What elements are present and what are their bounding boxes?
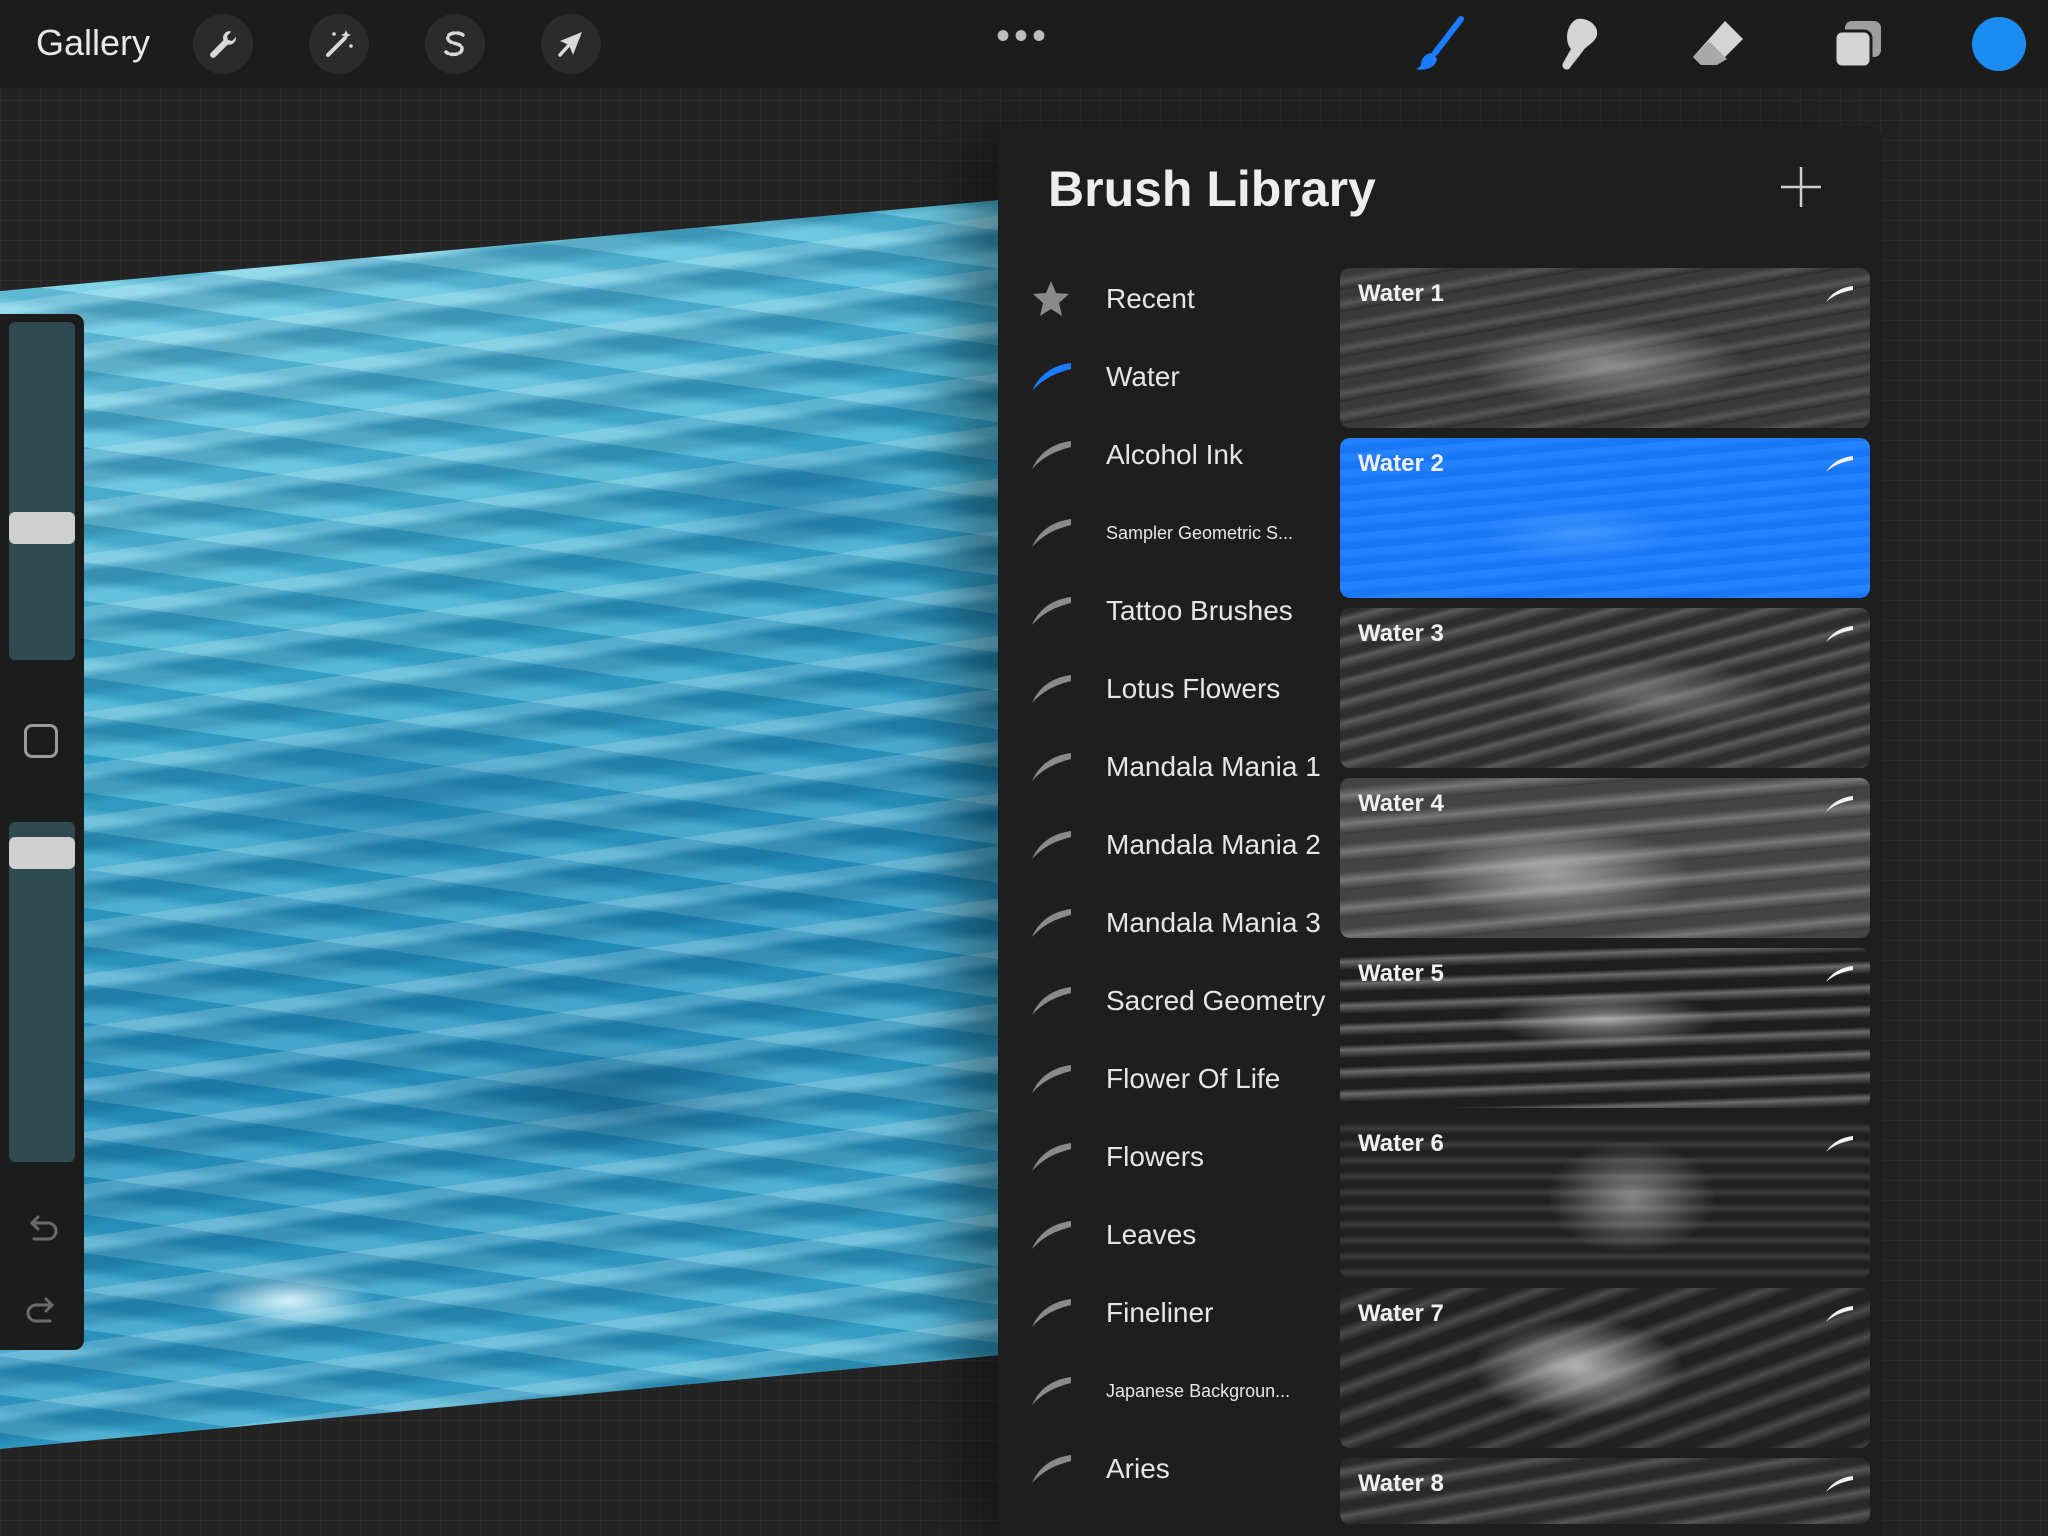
brush-stroke-icon: [1028, 1137, 1074, 1177]
brush-set-label: Fineliner: [1106, 1297, 1214, 1328]
brush-card[interactable]: Water 7: [1340, 1288, 1870, 1448]
brush-card[interactable]: Water 4: [1340, 778, 1870, 938]
brush-set-label: Flowers: [1106, 1141, 1205, 1172]
brush-set-item[interactable]: Flowers: [1028, 1118, 1338, 1196]
brush-set-item[interactable]: Alcohol Ink: [1028, 416, 1338, 494]
brush-name: Water 5: [1358, 960, 1444, 987]
brush-card[interactable]: Water 2: [1340, 438, 1870, 598]
brush-stroke-icon: [1824, 794, 1854, 814]
magic-wand-icon[interactable]: [309, 14, 369, 74]
brush-stroke-icon: [1028, 513, 1074, 553]
brush-card[interactable]: Water 6: [1340, 1118, 1870, 1278]
brush-size-slider[interactable]: [9, 322, 75, 660]
brush-set-label: Mandala Mania 2: [1106, 829, 1321, 860]
layers-icon[interactable]: [1826, 12, 1890, 76]
brush-set-label: Recent: [1106, 283, 1195, 314]
brush-set-label: Mandala Mania 1: [1106, 751, 1321, 782]
brush-stroke-icon: [1824, 624, 1854, 644]
brush-card[interactable]: Water 3: [1340, 608, 1870, 768]
side-slider-panel: [0, 314, 84, 1350]
brush-set-item[interactable]: Sacred Geometry: [1028, 962, 1338, 1040]
brush-set-label: Water: [1106, 361, 1180, 392]
brush-name: Water 4: [1358, 790, 1444, 817]
brush-stroke-icon: [1824, 1134, 1854, 1154]
brush-stroke-icon: [1824, 284, 1854, 304]
brush-card[interactable]: Water 1: [1340, 268, 1870, 428]
brush-set-item[interactable]: Tattoo Brushes: [1028, 572, 1338, 650]
wrench-icon[interactable]: [193, 14, 253, 74]
brush-stroke-icon: [1824, 1474, 1854, 1494]
brush-icon[interactable]: [1408, 12, 1472, 76]
brush-library-panel: Brush Library Recent Water Alcohol Ink Samp…: [998, 126, 1882, 1536]
star-icon: [1028, 279, 1074, 319]
brush-set-label: Alcohol Ink: [1106, 439, 1243, 470]
brush-stroke-icon: [1028, 591, 1074, 631]
arrow-cursor-icon[interactable]: [541, 14, 601, 74]
brush-set-item[interactable]: Lotus Flowers: [1028, 650, 1338, 728]
brush-set-label: Mandala Mania 3: [1106, 907, 1321, 938]
brush-set-item[interactable]: Japanese Backgroun...: [1028, 1352, 1338, 1430]
brush-name: Water 6: [1358, 1130, 1444, 1157]
brush-card[interactable]: Water 5: [1340, 948, 1870, 1108]
brush-stroke-icon: [1028, 981, 1074, 1021]
selection-s-icon[interactable]: [425, 14, 485, 74]
brush-set-item[interactable]: Mandala Mania 1: [1028, 728, 1338, 806]
brush-stroke-icon: [1028, 825, 1074, 865]
brush-set-item[interactable]: Flower Of Life: [1028, 1040, 1338, 1118]
gallery-button[interactable]: Gallery: [36, 22, 150, 64]
brush-set-label: Aries: [1106, 1453, 1170, 1484]
brush-stroke-icon: [1824, 454, 1854, 474]
brush-set-label: Sampler Geometric S...: [1106, 522, 1294, 543]
brush-set-label: Tattoo Brushes: [1106, 595, 1293, 626]
top-toolbar: Gallery •••: [0, 0, 2048, 88]
brush-set-label: Flower Of Life: [1106, 1063, 1281, 1094]
more-options-button[interactable]: •••: [996, 14, 1050, 59]
brush-name: Water 3: [1358, 620, 1444, 647]
brush-stroke-icon: [1028, 1215, 1074, 1255]
brush-stroke-icon: [1028, 747, 1074, 787]
brush-set-item[interactable]: Aries: [1028, 1430, 1338, 1508]
brush-set-item[interactable]: Recent: [1028, 260, 1338, 338]
brush-set-label: Japanese Backgroun...: [1106, 1380, 1291, 1401]
opacity-slider-thumb[interactable]: [9, 837, 75, 870]
brush-set-label: Sacred Geometry: [1106, 985, 1326, 1016]
color-picker-button[interactable]: [1972, 17, 2026, 71]
brush-stroke-icon: [1028, 1371, 1074, 1411]
brush-stroke-icon: [1824, 964, 1854, 984]
brush-library-title: Brush Library: [1048, 161, 1376, 217]
brush-set-item[interactable]: Water: [1028, 338, 1338, 416]
brush-name: Water 2: [1358, 450, 1444, 477]
undo-icon[interactable]: [22, 1210, 62, 1250]
brush-size-slider-thumb[interactable]: [9, 511, 75, 544]
brush-card[interactable]: Water 8: [1340, 1458, 1870, 1524]
modify-button[interactable]: [24, 724, 58, 758]
brush-set-label: Leaves: [1106, 1219, 1197, 1250]
smudge-icon[interactable]: [1546, 12, 1610, 76]
brush-stroke-icon: [1028, 435, 1074, 475]
brush-set-item[interactable]: Fineliner: [1028, 1274, 1338, 1352]
brush-set-item[interactable]: Leaves: [1028, 1196, 1338, 1274]
plus-icon[interactable]: [1778, 164, 1824, 210]
brush-stroke-icon: [1028, 1293, 1074, 1333]
water-artwork-canvas[interactable]: [0, 200, 1000, 1450]
opacity-slider[interactable]: [9, 822, 75, 1162]
eraser-icon[interactable]: [1686, 12, 1750, 76]
brush-name: Water 7: [1358, 1300, 1444, 1327]
brush-set-item[interactable]: Sampler Geometric S...: [1028, 494, 1338, 572]
brush-name: Water 8: [1358, 1470, 1444, 1497]
brush-stroke-icon: [1824, 1304, 1854, 1324]
brush-stroke-icon: [1028, 669, 1074, 709]
brush-stroke-icon: [1028, 903, 1074, 943]
brush-stroke-icon: [1028, 357, 1074, 397]
brush-set-label: Lotus Flowers: [1106, 673, 1281, 704]
brush-stroke-icon: [1028, 1059, 1074, 1099]
brush-stroke-icon: [1028, 1449, 1074, 1489]
brush-set-item[interactable]: Mandala Mania 2: [1028, 806, 1338, 884]
redo-icon[interactable]: [22, 1292, 62, 1332]
brush-name: Water 1: [1358, 280, 1444, 307]
brush-set-item[interactable]: Mandala Mania 3: [1028, 884, 1338, 962]
